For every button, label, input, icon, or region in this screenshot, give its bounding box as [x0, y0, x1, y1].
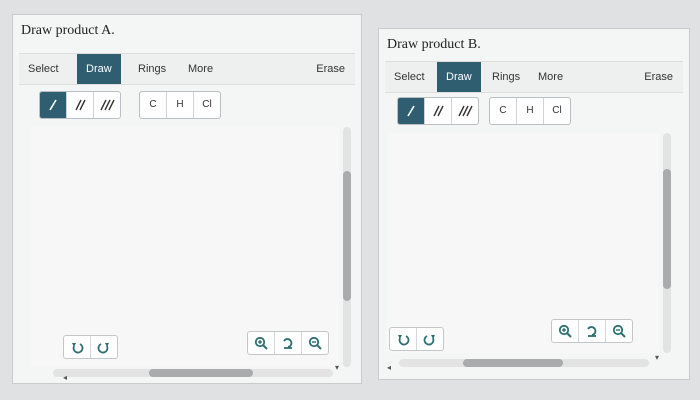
tab-more[interactable]: More: [179, 54, 222, 84]
tab-draw[interactable]: Draw: [437, 62, 481, 92]
zoom-out-icon[interactable]: [302, 332, 328, 354]
vertical-scrollbar[interactable]: [663, 133, 671, 353]
zoom-in-icon[interactable]: [248, 332, 275, 354]
reset-zoom-icon[interactable]: [275, 332, 302, 354]
tab-rings[interactable]: Rings: [483, 62, 529, 92]
bond-selector: [397, 97, 479, 125]
tab-rings[interactable]: Rings: [129, 54, 175, 84]
atom-c-button[interactable]: C: [140, 92, 167, 118]
vertical-scroll-thumb[interactable]: [343, 171, 351, 301]
atom-cl-button[interactable]: Cl: [194, 92, 220, 118]
atom-h-button[interactable]: H: [167, 92, 194, 118]
zoom-out-icon[interactable]: [606, 320, 632, 342]
single-bond-icon[interactable]: [398, 98, 425, 124]
zoom-buttons: [551, 319, 633, 343]
horizontal-scrollbar[interactable]: [53, 369, 333, 377]
drawing-toolbar: Select Draw Rings More Erase: [19, 53, 355, 85]
horizontal-scrollbar[interactable]: [399, 359, 649, 367]
scroll-down-arrow[interactable]: ▾: [335, 363, 339, 372]
vertical-scroll-thumb[interactable]: [663, 169, 671, 289]
erase-button[interactable]: Erase: [316, 54, 345, 84]
single-bond-icon[interactable]: [40, 92, 67, 118]
erase-button[interactable]: Erase: [644, 62, 673, 92]
atom-h-button[interactable]: H: [517, 98, 544, 124]
triple-bond-icon[interactable]: [94, 92, 120, 118]
bond-selector: [39, 91, 121, 119]
history-buttons: [63, 335, 118, 359]
scroll-left-arrow[interactable]: ◂: [387, 363, 391, 372]
atom-selector: C H Cl: [489, 97, 571, 125]
vertical-scrollbar[interactable]: [343, 127, 351, 367]
zoom-in-icon[interactable]: [552, 320, 579, 342]
atom-cl-button[interactable]: Cl: [544, 98, 570, 124]
undo-icon[interactable]: [64, 336, 91, 358]
scroll-left-arrow[interactable]: ◂: [63, 373, 67, 382]
redo-icon[interactable]: [91, 336, 117, 358]
triple-bond-icon[interactable]: [452, 98, 478, 124]
panel-product-a: Draw product A. Select Draw Rings More E…: [12, 14, 362, 384]
atom-selector: C H Cl: [139, 91, 221, 119]
tab-select[interactable]: Select: [19, 54, 68, 84]
reset-zoom-icon[interactable]: [579, 320, 606, 342]
tab-draw[interactable]: Draw: [77, 54, 121, 84]
panel-title: Draw product B.: [387, 37, 481, 52]
panel-product-b: Draw product B. Select Draw Rings More E…: [378, 28, 690, 380]
atom-c-button[interactable]: C: [490, 98, 517, 124]
double-bond-icon[interactable]: [67, 92, 94, 118]
horizontal-scroll-thumb[interactable]: [149, 369, 253, 377]
double-bond-icon[interactable]: [425, 98, 452, 124]
history-buttons: [389, 327, 444, 351]
scroll-down-arrow[interactable]: ▾: [655, 353, 659, 362]
drawing-toolbar: Select Draw Rings More Erase: [385, 61, 683, 93]
tab-select[interactable]: Select: [385, 62, 434, 92]
tab-more[interactable]: More: [529, 62, 572, 92]
panel-title: Draw product A.: [21, 23, 115, 38]
undo-icon[interactable]: [390, 328, 417, 350]
horizontal-scroll-thumb[interactable]: [463, 359, 563, 367]
redo-icon[interactable]: [417, 328, 443, 350]
zoom-buttons: [247, 331, 329, 355]
